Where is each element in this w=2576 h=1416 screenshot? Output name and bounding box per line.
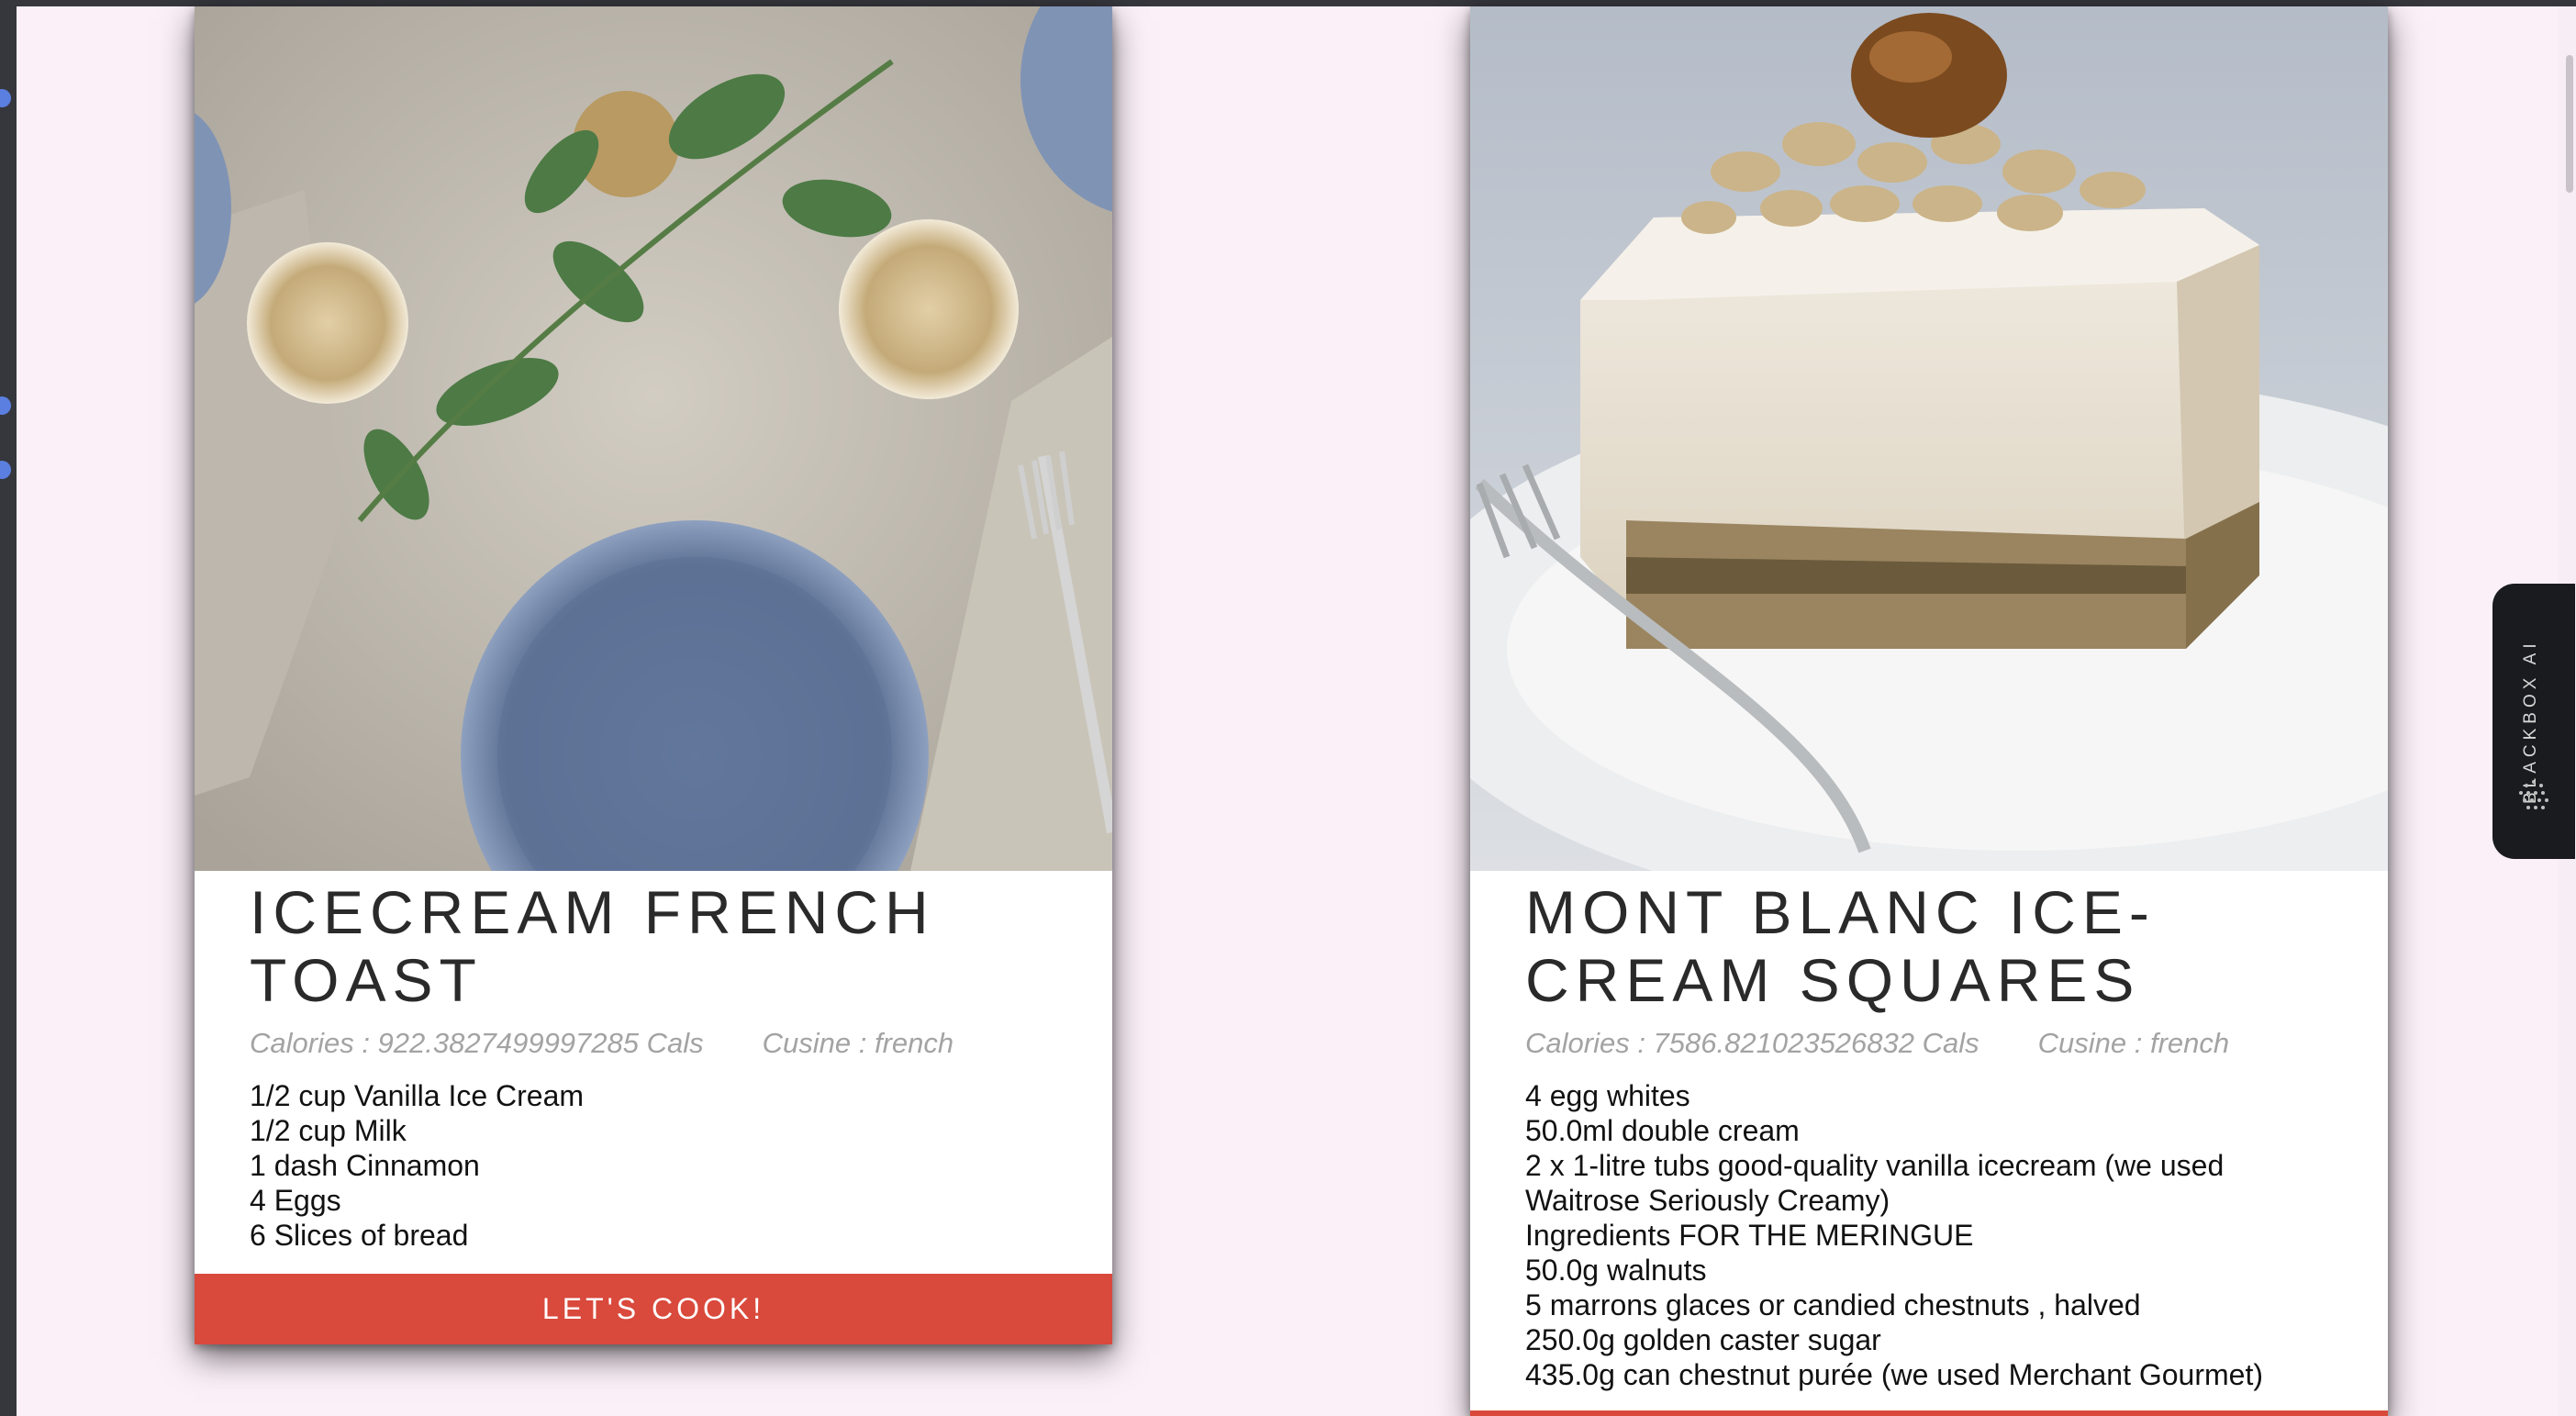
ingredient-item: Ingredients FOR THE MERINGUE	[1525, 1219, 1974, 1252]
left-edge-strip	[0, 6, 17, 1416]
calories-text: Calories : 7586.821023526832 Cals	[1525, 1027, 1979, 1059]
recipe-image[interactable]	[195, 6, 1112, 871]
blackbox-logo-icon	[2519, 780, 2548, 809]
recipe-card: MONT BLANC ICE-CREAM SQUARES Calories : …	[1470, 6, 2388, 1416]
ingredient-item: 250.0g golden caster sugar	[1525, 1323, 1881, 1356]
recipe-details: MONT BLANC ICE-CREAM SQUARES Calories : …	[1525, 878, 2342, 1392]
recipe-image[interactable]	[1470, 6, 2388, 871]
left-dot-indicator[interactable]	[0, 461, 11, 479]
left-dot-indicator[interactable]	[0, 396, 11, 415]
ingredient-item: 2 x 1-litre tubs good-quality vanilla ic…	[1525, 1149, 2225, 1182]
ingredient-item: Waitrose Seriously Creamy)	[1525, 1184, 1890, 1217]
ingredient-item: 6 Slices of bread	[250, 1219, 469, 1252]
table-setting-photo	[195, 6, 1112, 871]
ingredient-item: 1/2 cup Milk	[250, 1114, 407, 1147]
ingredient-item: 50.0ml double cream	[1525, 1114, 1800, 1147]
recipe-title: ICECREAM FRENCH TOAST	[250, 878, 935, 1014]
recipe-details: ICECREAM FRENCH TOAST Calories : 922.382…	[250, 878, 1066, 1253]
ice-cream-cake-photo	[1470, 6, 2388, 871]
blackbox-ai-tab[interactable]: BLACKBOX AI	[2492, 584, 2575, 859]
ingredient-item: 4 egg whites	[1525, 1079, 1690, 1112]
ingredient-item: 435.0g can chestnut purée (we used Merch…	[1525, 1358, 2263, 1391]
ingredient-item: 50.0g walnuts	[1525, 1254, 1707, 1287]
browser-top-bar	[0, 0, 2576, 6]
left-dot-indicator[interactable]	[0, 89, 11, 107]
cuisine-text: Cusine : french	[2037, 1027, 2230, 1059]
ingredients-list: 4 egg whites 50.0ml double cream 2 x 1-l…	[1525, 1078, 2342, 1392]
ingredient-item: 1 dash Cinnamon	[250, 1149, 480, 1182]
recipe-meta: Calories : 922.3827499997285 Cals Cusine …	[250, 1027, 1066, 1060]
ingredient-item: 1/2 cup Vanilla Ice Cream	[250, 1079, 585, 1112]
recipe-meta: Calories : 7586.821023526832 Cals Cusine …	[1525, 1027, 2342, 1060]
recipe-card: ICECREAM FRENCH TOAST Calories : 922.382…	[195, 6, 1112, 1344]
ingredients-list: 1/2 cup Vanilla Ice Cream 1/2 cup Milk 1…	[250, 1078, 1066, 1253]
calories-text: Calories : 922.3827499997285 Cals	[250, 1027, 704, 1059]
lets-cook-button[interactable]: LET'S COOK!	[195, 1274, 1112, 1344]
cuisine-text: Cusine : french	[762, 1027, 954, 1059]
ingredient-item: 5 marrons glaces or candied chestnuts , …	[1525, 1288, 2141, 1321]
scrollbar-thumb[interactable]	[2566, 55, 2573, 193]
recipe-title: MONT BLANC ICE-CREAM SQUARES	[1525, 878, 2156, 1014]
ingredient-item: 4 Eggs	[250, 1184, 341, 1217]
lets-cook-button[interactable]	[1470, 1410, 2388, 1416]
